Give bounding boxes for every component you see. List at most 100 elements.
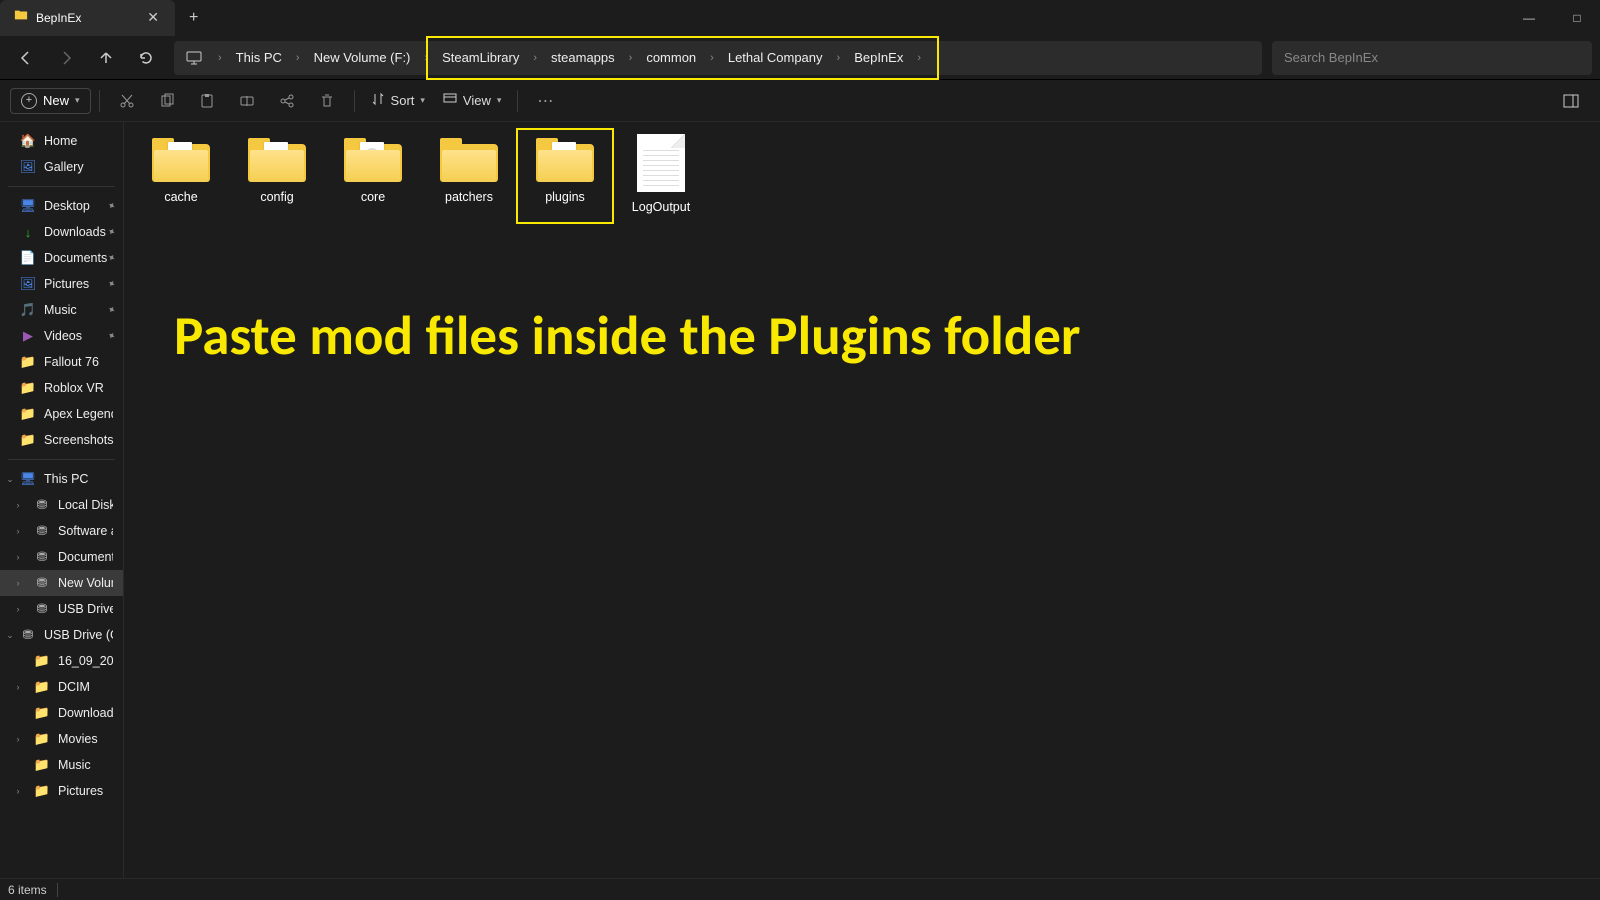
sidebar-label: DCIM [58,680,90,694]
add-tab-button[interactable]: + [175,9,212,27]
expand-icon[interactable]: ⌄ [4,474,16,485]
sidebar-item[interactable]: 📁Music [0,752,123,778]
chevron-right-icon[interactable]: › [212,52,228,64]
folder-item[interactable]: plugins [524,134,606,218]
chevron-right-icon[interactable]: › [911,52,927,64]
sidebar-icon: ⛃ [34,575,50,591]
sidebar-item[interactable]: ↓Downloads✦ [0,219,123,245]
chevron-right-icon[interactable]: › [418,52,434,64]
refresh-button[interactable] [128,42,164,74]
breadcrumb-bar[interactable]: › This PC›New Volume (F:)›SteamLibrary›s… [174,41,1262,75]
pc-icon[interactable] [176,51,212,65]
sidebar-item[interactable]: 📁Apex Legends [0,401,123,427]
expand-icon[interactable]: › [12,500,24,510]
breadcrumb-item[interactable]: This PC [228,48,290,67]
sidebar-item[interactable]: 🖼Gallery [0,154,123,180]
rename-button[interactable] [228,85,266,117]
file-item[interactable]: LogOutput [620,134,702,218]
folder-item[interactable]: cache [140,134,222,218]
sidebar-label: Downloads [44,225,106,239]
sidebar-item[interactable]: 📁Screenshots [0,427,123,453]
share-button[interactable] [268,85,306,117]
sidebar-label: Pictures [44,277,89,291]
sidebar-item[interactable]: ›📁Movies [0,726,123,752]
breadcrumb-item[interactable]: SteamLibrary [434,48,527,67]
sidebar-item[interactable]: 🖥Desktop✦ [0,193,123,219]
sidebar-item[interactable]: ⌄🖥This PC [0,466,123,492]
sidebar-icon: ↓ [20,224,36,240]
sidebar-label: Apex Legends [44,407,113,421]
sidebar-item[interactable]: ⌄⛃USB Drive (G:) [0,622,123,648]
delete-button[interactable] [308,85,346,117]
chevron-right-icon[interactable]: › [623,52,639,64]
sidebar-item[interactable]: ›📁Pictures [0,778,123,804]
breadcrumb-item[interactable]: steamapps [543,48,623,67]
forward-button[interactable] [48,42,84,74]
back-button[interactable] [8,42,44,74]
search-input[interactable] [1284,50,1580,65]
sidebar-item[interactable]: 📁16_09_2023 [0,648,123,674]
folder-icon [248,138,306,182]
sidebar-item[interactable]: ›⛃New Volume (F [0,570,123,596]
sidebar-item[interactable]: ›📁DCIM [0,674,123,700]
sidebar-item[interactable]: ›⛃USB Drive (G:) [0,596,123,622]
expand-icon[interactable]: › [12,682,24,692]
expand-icon[interactable]: ⌄ [4,630,16,641]
copy-button[interactable] [148,85,186,117]
sidebar-label: Documents [44,251,107,265]
sidebar-item[interactable]: 🖼Pictures✦ [0,271,123,297]
sidebar-item[interactable]: ›⛃Local Disk (C:) [0,492,123,518]
sidebar-item[interactable]: 🎵Music✦ [0,297,123,323]
sidebar-item[interactable]: ›⛃Documents (E: [0,544,123,570]
breadcrumb-item[interactable]: BepInEx [846,48,911,67]
sidebar-icon: 📁 [34,731,50,747]
breadcrumb-item[interactable]: common [638,48,704,67]
chevron-down-icon: ▾ [420,95,425,106]
expand-icon[interactable]: › [12,552,24,562]
sidebar-label: Local Disk (C:) [58,498,113,512]
folder-item[interactable]: core [332,134,414,218]
expand-icon[interactable]: › [12,578,24,588]
folder-item[interactable]: patchers [428,134,510,218]
sidebar-item[interactable]: › ⛃ Software and C [0,518,123,544]
sidebar-item[interactable]: 📁Fallout 76 [0,349,123,375]
sidebar-item[interactable]: 🏠Home [0,128,123,154]
folder-item[interactable]: config [236,134,318,218]
close-tab-icon[interactable]: ✕ [145,9,161,26]
expand-icon[interactable]: › [12,604,24,614]
sort-button[interactable]: Sort ▾ [363,88,433,113]
sidebar-icon: ⛃ [34,523,50,539]
view-icon [443,92,457,109]
sidebar-item[interactable]: 📁Roblox VR [0,375,123,401]
sidebar-item[interactable]: 📁Download [0,700,123,726]
chevron-right-icon[interactable]: › [831,52,847,64]
details-pane-button[interactable] [1552,85,1590,117]
search-box[interactable] [1272,41,1592,75]
chevron-right-icon[interactable]: › [527,52,543,64]
breadcrumb-item[interactable]: New Volume (F:) [306,48,419,67]
more-button[interactable]: ⋯ [526,85,564,117]
pin-icon: ✦ [104,277,117,291]
sidebar-icon: 📄 [20,250,36,266]
tab-title: BepInEx [36,11,137,25]
sidebar-item[interactable]: ▶Videos✦ [0,323,123,349]
sidebar-label: 16_09_2023 [58,654,113,668]
cut-button[interactable] [108,85,146,117]
up-button[interactable] [88,42,124,74]
expand-icon[interactable]: › [12,734,24,744]
breadcrumb-item[interactable]: Lethal Company [720,48,831,67]
maximize-button[interactable]: □ [1554,0,1600,36]
expand-icon[interactable]: › [12,526,24,536]
minimize-button[interactable]: — [1506,0,1552,36]
chevron-right-icon[interactable]: › [704,52,720,64]
window-tab[interactable]: BepInEx ✕ [0,0,175,36]
view-button[interactable]: View ▾ [435,88,509,113]
paste-button[interactable] [188,85,226,117]
chevron-right-icon[interactable]: › [290,52,306,64]
sidebar-item[interactable]: 📄Documents✦ [0,245,123,271]
sidebar-icon: 📁 [20,432,36,448]
content-pane[interactable]: cacheconfigcorepatcherspluginsLogOutput … [124,122,1600,878]
new-button[interactable]: + New ▾ [10,88,91,114]
expand-icon[interactable]: › [12,786,24,796]
sidebar-label: Software and C [58,524,113,538]
